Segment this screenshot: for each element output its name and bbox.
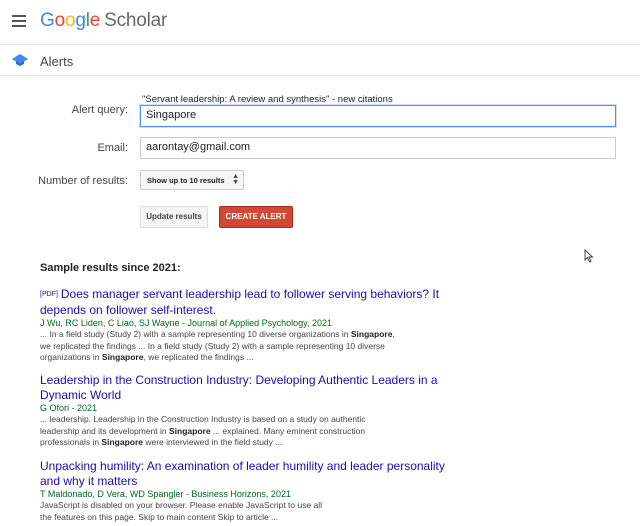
snippet-text: JavaScript is disabled on your browser. … bbox=[40, 500, 323, 510]
logo-google: Google bbox=[40, 10, 101, 31]
snippet-text: ... In a field study (Study 2) with a sa… bbox=[40, 329, 351, 339]
snippet-text: , bbox=[392, 329, 395, 339]
snippet-text: were interviewed in the field study ... bbox=[142, 437, 283, 447]
top-bar: Google Scholar bbox=[0, 0, 640, 45]
select-arrows-icon: ▲ ▼ bbox=[232, 173, 239, 186]
results-count-select[interactable]: Show up to 10 results ▲ ▼ bbox=[140, 170, 244, 190]
result-item: Leadership in the Construction Industry:… bbox=[40, 373, 460, 449]
result-title-link[interactable]: [PDF] Does manager servant leadership lea… bbox=[40, 287, 460, 317]
snippet-text: professionals in bbox=[40, 437, 102, 447]
result-item: Unpacking humility: An examination of le… bbox=[40, 459, 460, 523]
email-label: Email: bbox=[97, 142, 128, 154]
highlight-term: Singapore bbox=[169, 425, 211, 436]
highlight-term: Singapore bbox=[101, 437, 143, 447]
snippet-text: organizations in bbox=[40, 352, 102, 362]
google-scholar-logo[interactable]: Google Scholar bbox=[40, 10, 167, 32]
query-description: "Servant leadership: A review and synthe… bbox=[142, 94, 393, 105]
result-snippet: ... In a field study (Study 2) with a sa… bbox=[40, 329, 440, 364]
alerts-bar: Alerts bbox=[0, 46, 640, 76]
update-results-button[interactable]: Update results bbox=[140, 206, 208, 228]
highlight-term: Singapore bbox=[350, 329, 393, 339]
snippet-text: , we replicated the findings ... bbox=[143, 352, 254, 362]
create-alert-button[interactable]: CREATE ALERT bbox=[219, 206, 293, 228]
snippet-text: ... leadership. Leadership in the Constr… bbox=[40, 414, 366, 424]
result-title-text: Does manager servant leadership lead to … bbox=[40, 287, 440, 317]
highlight-term: Singapore bbox=[101, 352, 144, 362]
hamburger-menu-icon[interactable] bbox=[12, 15, 26, 27]
result-item: [PDF] Does manager servant leadership lea… bbox=[40, 287, 460, 364]
result-title-link[interactable]: Unpacking humility: An examination of le… bbox=[40, 459, 460, 488]
results-select-value: Show up to 10 results bbox=[147, 176, 225, 185]
result-snippet: ... leadership. Leadership in the Constr… bbox=[40, 414, 440, 449]
snippet-text: the features on this page. Skip to main … bbox=[40, 511, 279, 522]
alert-query-label: Alert query: bbox=[71, 104, 128, 116]
results-label: Number of results: bbox=[38, 175, 128, 187]
result-snippet: JavaScript is disabled on your browser. … bbox=[40, 500, 440, 523]
snippet-text: leadership and its development in bbox=[40, 425, 169, 436]
graduation-cap-icon bbox=[12, 54, 28, 66]
mouse-cursor-icon bbox=[584, 249, 594, 263]
result-authors: J Wu, RC Liden, C Liao, SJ Wayne - Journ… bbox=[40, 318, 332, 328]
sample-results-heading: Sample results since 2021: bbox=[40, 262, 181, 274]
pdf-tag: [PDF] bbox=[40, 291, 58, 298]
snippet-text: we replicated the findings ... In a fiel… bbox=[40, 340, 385, 351]
result-authors: G Ofori - 2021 bbox=[40, 403, 98, 413]
alert-query-input[interactable]: Singapore bbox=[140, 105, 616, 127]
page-title: Alerts bbox=[40, 54, 74, 69]
logo-scholar: Scholar bbox=[104, 10, 168, 31]
email-field[interactable]: aarontay@gmail.com bbox=[140, 137, 616, 159]
snippet-text: ... explained. Many eminent construction bbox=[210, 425, 366, 436]
result-authors: T Maldonado, D Vera, WD Spangler - Busin… bbox=[40, 489, 291, 499]
result-title-link[interactable]: Leadership in the Construction Industry:… bbox=[40, 373, 460, 402]
